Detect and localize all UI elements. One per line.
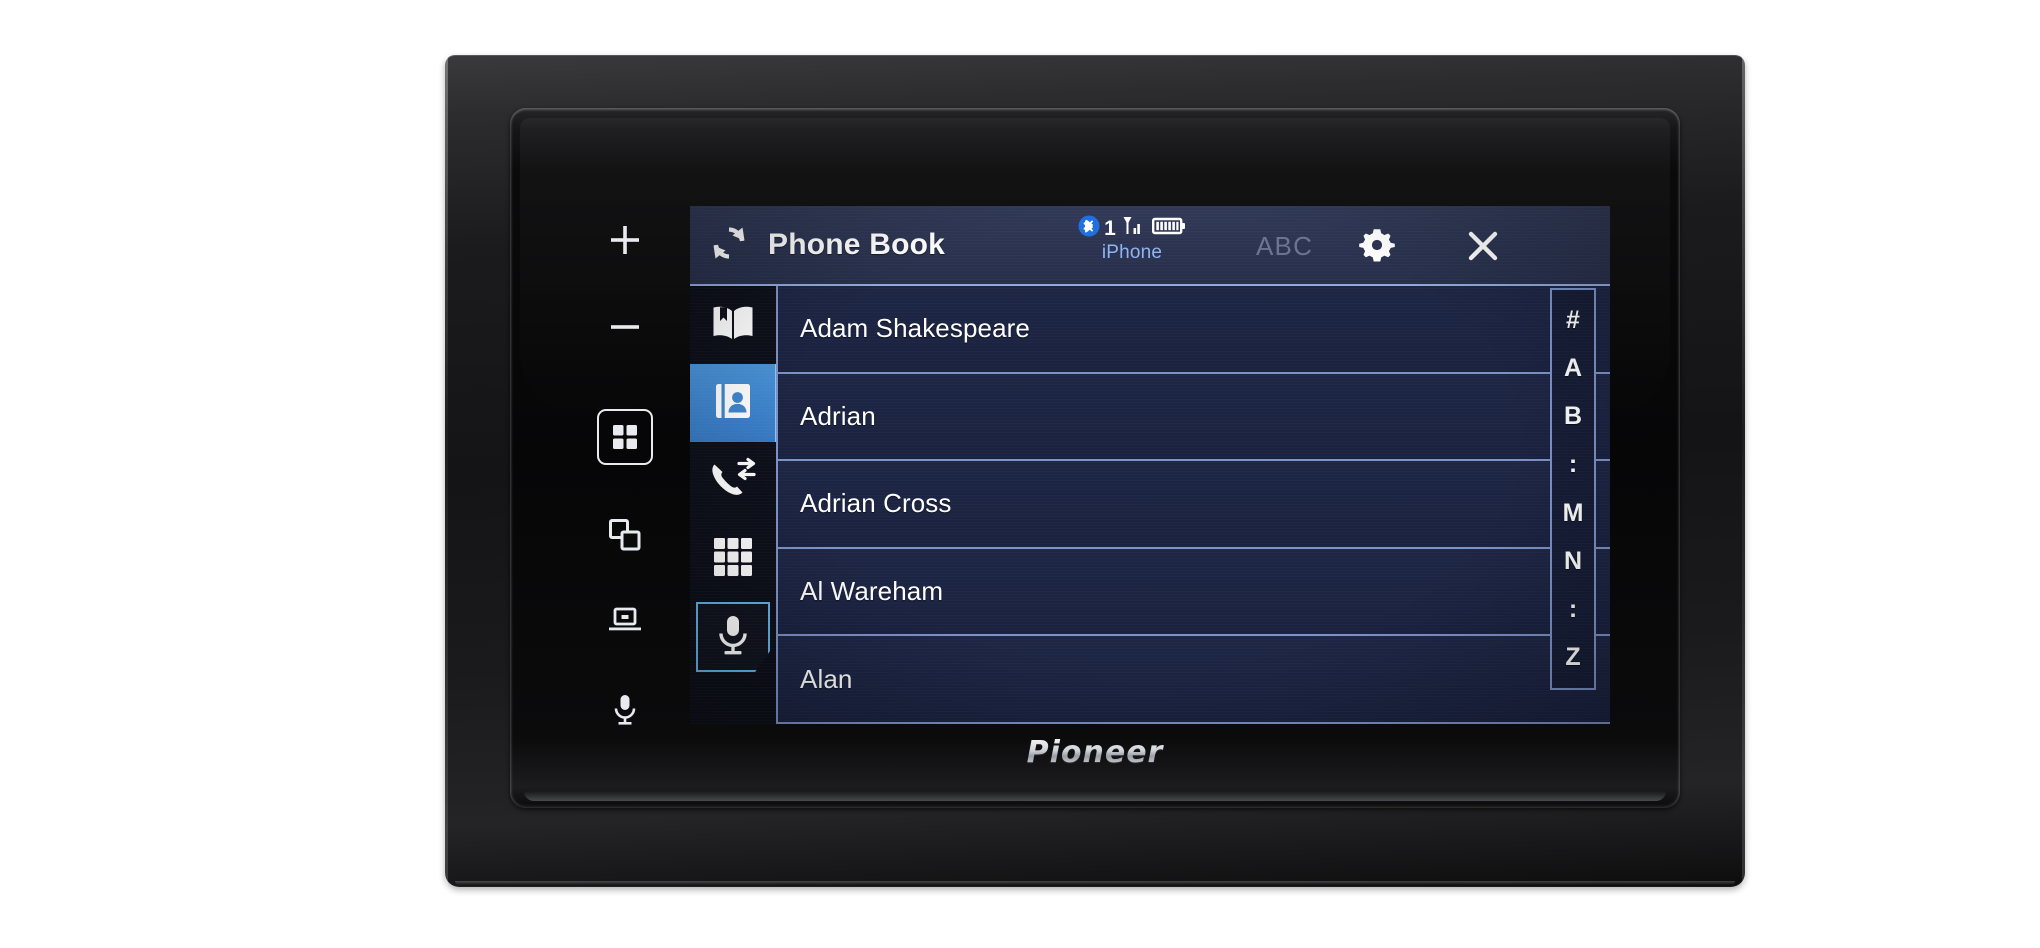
sidebar-item-speed-dial[interactable]: [690, 286, 776, 364]
volume-up-button[interactable]: [589, 204, 661, 277]
table-row[interactable]: Adam Shakespeare: [778, 286, 1610, 374]
contact-book-icon: [711, 379, 755, 428]
microphone-icon: [611, 693, 639, 727]
lcd-screen: Phone Book 1 iPhone ABC Adam Shakespeare…: [690, 206, 1610, 724]
sidebar-item-phone-book[interactable]: [690, 364, 776, 442]
screen-icon: [607, 606, 643, 636]
sidebar-item-voice-dial[interactable]: [690, 598, 776, 676]
screenshot-stage: Phone Book 1 iPhone ABC Adam Shakespeare…: [0, 0, 2040, 948]
display-off-button[interactable]: [589, 587, 661, 656]
alpha-index-item: :: [1568, 595, 1578, 624]
four-squares-box-icon: [597, 408, 653, 465]
screen-header: Phone Book 1 iPhone ABC: [690, 206, 1610, 286]
hardware-key-column: [582, 204, 668, 744]
alphabet-index[interactable]: # A B : M N : Z: [1550, 288, 1596, 690]
app-switch-button[interactable]: [589, 500, 661, 571]
microphone-icon: [715, 613, 751, 662]
signal-bars-icon: [1121, 214, 1143, 243]
alpha-index-item: :: [1568, 450, 1578, 479]
screen-body: Adam Shakespeare Adrian Adrian Cross Al …: [690, 286, 1610, 724]
settings-button[interactable]: [1354, 224, 1400, 270]
bezel-bottom-lip: [455, 881, 1735, 885]
bluetooth-device-count: 1: [1104, 216, 1116, 240]
contact-list: Adam Shakespeare Adrian Adrian Cross Al …: [776, 286, 1610, 724]
close-button[interactable]: [1460, 225, 1506, 271]
status-cluster: 1 iPhone: [1062, 214, 1202, 264]
table-row[interactable]: Alan: [778, 636, 1610, 724]
alpha-index-item[interactable]: Z: [1565, 645, 1580, 670]
alpha-index-item[interactable]: #: [1566, 307, 1580, 333]
home-button[interactable]: [589, 397, 661, 476]
plus-icon: [608, 223, 642, 257]
status-icon-row: 1: [1078, 214, 1186, 242]
table-row[interactable]: Adrian Cross: [778, 461, 1610, 549]
close-icon: [1464, 227, 1502, 270]
battery-full-icon: [1151, 215, 1186, 242]
page-title: Phone Book: [768, 228, 946, 261]
keypad-grid-icon: [711, 535, 755, 584]
alpha-index-item[interactable]: A: [1564, 355, 1582, 381]
volume-down-button[interactable]: [589, 291, 661, 364]
table-row[interactable]: Al Wareham: [778, 548, 1610, 637]
bluetooth-icon: [1078, 214, 1100, 243]
minus-icon: [608, 310, 642, 344]
sort-mode-label[interactable]: ABC: [1256, 231, 1313, 262]
head-unit-face-plate: Phone Book 1 iPhone ABC Adam Shakespeare…: [510, 108, 1680, 808]
two-overlapping-squares-icon: [607, 517, 643, 553]
function-rail: [690, 286, 776, 724]
head-unit-outer-bezel: Phone Book 1 iPhone ABC Adam Shakespeare…: [445, 55, 1745, 887]
face-plate-bottom-sheen: [524, 791, 1666, 801]
table-row[interactable]: Adrian: [778, 373, 1610, 462]
alpha-index-item[interactable]: M: [1563, 500, 1584, 526]
connected-device-name: iPhone: [1101, 242, 1163, 263]
refresh-button[interactable]: [690, 223, 768, 268]
call-history-icon: [708, 457, 758, 506]
sidebar-item-keypad[interactable]: [690, 520, 776, 598]
open-book-icon: [710, 303, 756, 348]
refresh-icon: [709, 223, 749, 268]
gear-icon: [1357, 225, 1397, 270]
voice-control-button[interactable]: [589, 675, 661, 744]
alpha-index-item[interactable]: N: [1564, 548, 1582, 574]
sidebar-item-call-history[interactable]: [690, 442, 776, 520]
alpha-index-item[interactable]: B: [1564, 404, 1582, 429]
brand-logo: Pioneer: [510, 735, 1680, 770]
